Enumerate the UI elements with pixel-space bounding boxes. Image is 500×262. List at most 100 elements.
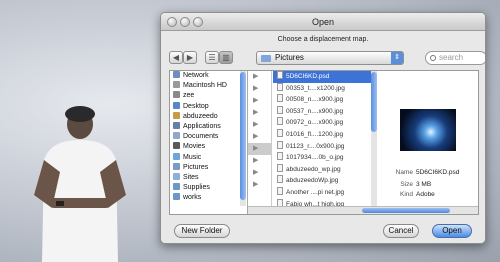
sidebar-item-label: Desktop <box>183 102 209 110</box>
search-icon <box>430 55 436 61</box>
home-icon <box>173 111 180 119</box>
sidebar-item-label: works <box>183 194 202 202</box>
preview-kind-row: Kind Adobe <box>383 191 435 199</box>
parent-column-row[interactable]: ▶ <box>248 179 271 191</box>
open-dialog: Open Choose a displacement map. ◀ ▶ ☰ ▥ … <box>160 12 486 244</box>
desktop-icon <box>173 101 180 109</box>
parent-column: ▶ ▶ ▶ ▶ ▶ ▶ ▶ ▶ ▶ ▶ <box>248 71 272 206</box>
sidebar-item-label: Macintosh HD <box>183 82 227 90</box>
file-name: 01123_r....0x900.jpg <box>286 142 345 150</box>
sidebar-scrollbar[interactable] <box>240 71 246 206</box>
sidebar-item[interactable]: Music <box>170 152 247 163</box>
file-row[interactable]: 01016_fl....1200.jpg <box>273 128 376 141</box>
sidebar-scroll-thumb[interactable] <box>240 72 246 200</box>
sidebar-item-label: Applications <box>183 122 221 130</box>
preview-name-row: Name 5D6CI6KD.psd <box>383 169 460 177</box>
dialog-title: Open <box>311 17 335 27</box>
file-icon <box>277 71 283 79</box>
file-row[interactable]: Another ....pi net.jpg <box>273 186 376 199</box>
sidebar-item-label: abduzeedo <box>183 112 218 120</box>
file-row[interactable]: 1017934....0b_o.jpg <box>273 152 376 164</box>
horizontal-scroll-thumb[interactable] <box>362 208 450 213</box>
search-field[interactable]: search <box>425 51 485 65</box>
file-row[interactable]: 01123_r....0x900.jpg <box>273 140 376 153</box>
network-icon <box>173 71 180 78</box>
parent-column-row[interactable]: ▶ <box>248 167 271 179</box>
parent-column-row[interactable]: ▶ <box>248 83 271 95</box>
sidebar-item[interactable]: works <box>170 193 247 203</box>
file-row[interactable]: abduzeedo_wp.jpg <box>273 163 376 176</box>
location-popup[interactable]: Pictures ⇕ <box>256 51 404 65</box>
parent-column-row[interactable]: ▶ <box>248 71 271 83</box>
disk-icon <box>173 91 180 99</box>
file-icon <box>277 117 283 126</box>
file-row[interactable]: 5D6CI6KD.psd <box>273 71 376 83</box>
file-row[interactable]: abduzeedoWp.jpg <box>273 175 376 187</box>
applications-icon <box>173 121 180 129</box>
parent-column-row[interactable]: ▶ <box>248 155 271 167</box>
file-name: 01016_fl....1200.jpg <box>286 130 344 138</box>
documents-icon <box>173 132 180 140</box>
movies-icon <box>173 142 180 150</box>
parent-column-row[interactable]: ▶ <box>248 107 271 119</box>
parent-column-row[interactable]: ▶ <box>248 119 271 131</box>
horizontal-scrollbar[interactable] <box>248 206 478 214</box>
file-icon <box>277 175 283 184</box>
new-folder-button[interactable]: New Folder <box>174 224 230 238</box>
sidebar-item[interactable]: zee <box>170 91 247 101</box>
open-button[interactable]: Open <box>432 224 472 238</box>
dialog-prompt: Choose a displacement map. <box>277 36 369 43</box>
file-name: 5D6CI6KD.psd <box>286 73 330 80</box>
minimize-window-icon[interactable] <box>180 17 190 27</box>
updown-arrows-icon: ⇕ <box>391 52 403 64</box>
zoom-window-icon[interactable] <box>193 17 203 27</box>
sidebar-item-label: Pictures <box>183 163 209 171</box>
cancel-button[interactable]: Cancel <box>383 224 419 238</box>
sites-icon <box>173 172 180 180</box>
file-icon <box>277 152 283 161</box>
kind-key: Kind <box>399 191 413 198</box>
location-label: Pictures <box>275 53 304 62</box>
file-icon <box>277 186 283 195</box>
sidebar-item[interactable]: Pictures <box>170 162 247 173</box>
back-button[interactable]: ◀ <box>169 51 183 64</box>
sidebar-item[interactable]: Applications <box>170 121 247 132</box>
file-column-scrollbar[interactable] <box>371 71 377 206</box>
parent-column-row[interactable]: ▶ <box>248 95 271 107</box>
preview-pane: Name 5D6CI6KD.psd Size 3 MB Kind Adobe <box>378 71 478 206</box>
sidebar-item[interactable]: Sites <box>170 172 247 183</box>
list-view-button[interactable]: ☰ <box>205 51 219 64</box>
file-icon <box>277 128 283 137</box>
sidebar-item[interactable]: Supplies <box>170 183 247 193</box>
background-person-photo <box>34 106 126 262</box>
parent-column-row[interactable]: ▶ <box>248 143 271 155</box>
sidebar-item[interactable]: Network <box>170 71 247 81</box>
sidebar-item[interactable]: Desktop <box>170 101 247 112</box>
sidebar-item[interactable]: abduzeedo <box>170 111 247 122</box>
size-value: 3 MB <box>416 181 432 188</box>
folder-icon <box>261 55 271 62</box>
file-row[interactable]: 00972_o....x900.jpg <box>273 117 376 129</box>
preview-size-row: Size 3 MB <box>383 181 431 189</box>
forward-button[interactable]: ▶ <box>183 51 197 64</box>
file-icon <box>277 163 283 172</box>
close-window-icon[interactable] <box>167 17 177 27</box>
search-placeholder: search <box>439 53 464 62</box>
file-row[interactable]: 00537_n....x900.jpg <box>273 105 376 118</box>
column-view-button[interactable]: ▥ <box>219 51 233 64</box>
kind-value: Adobe <box>416 191 435 198</box>
file-name: 00537_n....x900.jpg <box>286 107 344 115</box>
file-row[interactable]: 00508_n....x900.jpg <box>273 94 376 106</box>
file-column-scroll-thumb[interactable] <box>371 72 377 132</box>
file-row[interactable]: 00353_t....x1200.jpg <box>273 82 376 95</box>
sidebar-item[interactable]: Movies <box>170 142 247 152</box>
sidebar-item[interactable]: Macintosh HD <box>170 81 247 91</box>
sidebar-item-label: Sites <box>183 173 199 181</box>
name-key: Name <box>395 169 413 176</box>
file-icon <box>277 105 283 114</box>
name-value: 5D6CI6KD.psd <box>416 169 460 176</box>
file-name: 1017934....0b_o.jpg <box>286 154 344 162</box>
sidebar-item[interactable]: Documents <box>170 132 247 142</box>
title-bar: Open <box>161 13 485 31</box>
parent-column-row[interactable]: ▶ <box>248 131 271 143</box>
